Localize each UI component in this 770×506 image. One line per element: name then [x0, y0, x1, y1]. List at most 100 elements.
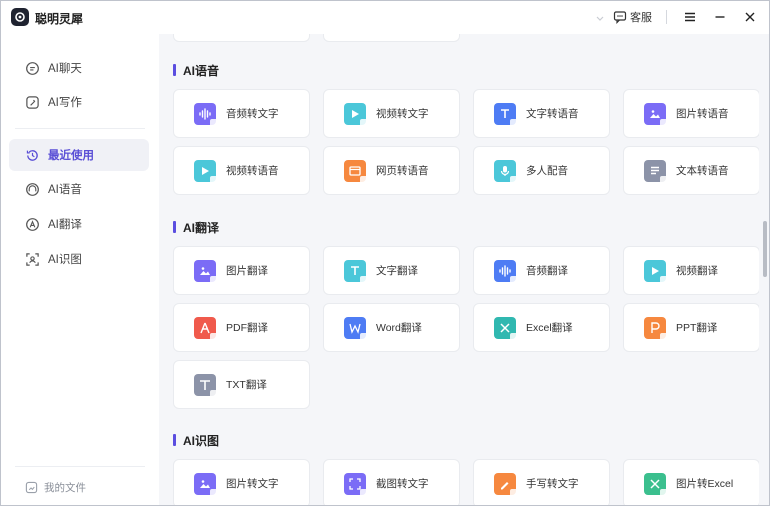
- customer-service-label: 客服: [630, 12, 652, 24]
- tool-card[interactable]: TXT翻译: [173, 360, 310, 409]
- app-title: 聪明灵犀: [35, 12, 84, 26]
- handwriting-icon: [494, 472, 518, 497]
- tool-card-label: 音频翻译: [526, 265, 568, 277]
- close-icon: [745, 12, 755, 22]
- minimize-button[interactable]: [707, 7, 733, 27]
- video-icon: [344, 102, 368, 127]
- scrollbar-thumb[interactable]: [763, 221, 767, 277]
- txt-icon: [194, 373, 218, 398]
- image-icon: [194, 472, 218, 497]
- tool-card[interactable]: 音频转文字: [173, 89, 310, 138]
- sidebar-item-ai-translate[interactable]: AI翻译: [9, 208, 149, 240]
- scrollbar[interactable]: [759, 34, 769, 505]
- tool-card-label: 图片转Excel: [676, 478, 734, 490]
- audio-wave-icon: [194, 102, 218, 127]
- tool-card-label: 图片转文字: [226, 478, 279, 490]
- tool-card[interactable]: Excel翻译: [473, 303, 610, 352]
- tool-card-label: 手写转文字: [526, 478, 579, 490]
- tool-card[interactable]: PDF翻译: [173, 303, 310, 352]
- section-title-voice: AI语音: [173, 62, 219, 78]
- folder-icon: [25, 481, 38, 493]
- document-icon: [644, 159, 668, 184]
- pdf-icon: [194, 316, 218, 341]
- dropdown-faded: [501, 13, 605, 23]
- screenshot-icon: [344, 472, 368, 497]
- tool-card[interactable]: 多人配音: [473, 146, 610, 195]
- tool-card[interactable]: 图片转文字: [173, 459, 310, 505]
- video-icon: [194, 159, 218, 184]
- tool-card-label: 多人配音: [526, 165, 568, 177]
- tool-card-label: 文字翻译: [376, 265, 418, 277]
- text-icon: [494, 102, 518, 127]
- sidebar-item-ai-chat[interactable]: AI聊天: [9, 52, 149, 84]
- text-icon: [344, 259, 368, 284]
- sidebar-item-label: AI语音: [48, 184, 82, 196]
- tool-card-label: PPT翻译: [676, 322, 718, 334]
- tool-card[interactable]: 网页转语音: [323, 146, 460, 195]
- tool-card-label: TXT翻译: [226, 379, 267, 391]
- chevron-down-icon: [596, 16, 604, 21]
- sidebar-item-recent[interactable]: 最近使用: [9, 139, 149, 171]
- image-icon: [194, 259, 218, 284]
- pen-icon: [26, 95, 39, 109]
- tool-card-label: 图片转语音: [676, 108, 729, 120]
- tool-card[interactable]: 截图转文字: [323, 459, 460, 505]
- scrolled-card: [173, 34, 310, 42]
- tool-card-label: 文字转语音: [526, 108, 579, 120]
- excel-icon: [494, 316, 518, 341]
- scan-icon: [26, 252, 39, 266]
- tool-card-label: 图片翻译: [226, 265, 268, 277]
- tool-card-label: PDF翻译: [226, 322, 268, 334]
- customer-service-button[interactable]: 客服: [609, 7, 656, 27]
- menu-button[interactable]: [677, 7, 703, 27]
- sidebar-item-label: AI写作: [48, 97, 82, 109]
- tool-card-label: 视频转语音: [226, 165, 279, 177]
- app-window: 聪明灵犀 客服 AI聊天 AI写作 最近使用 AI语音 AI翻译 AI识图 我的…: [0, 0, 770, 506]
- tool-card[interactable]: 视频转文字: [323, 89, 460, 138]
- translate-icon: [26, 217, 39, 231]
- title-actions: 客服: [609, 7, 763, 27]
- tool-card[interactable]: 手写转文字: [473, 459, 610, 505]
- sidebar-item-ai-image[interactable]: AI识图: [9, 243, 149, 275]
- tool-card[interactable]: 视频转语音: [173, 146, 310, 195]
- sidebar-item-ai-writing[interactable]: AI写作: [9, 86, 149, 118]
- tool-card[interactable]: 音频翻译: [473, 246, 610, 295]
- tool-card-label: Word翻译: [376, 322, 422, 334]
- tool-card-label: Excel翻译: [526, 322, 573, 334]
- service-chat-icon: [613, 11, 627, 24]
- tool-card[interactable]: 文本转语音: [623, 146, 759, 195]
- chat-icon: [26, 61, 39, 75]
- hamburger-menu-icon: [685, 12, 695, 22]
- word-icon: [344, 316, 368, 341]
- sidebar-footer-divider: [15, 466, 145, 467]
- recent-icon: [26, 149, 38, 161]
- tool-card[interactable]: 图片转Excel: [623, 459, 759, 505]
- sidebar: AI聊天 AI写作 最近使用 AI语音 AI翻译 AI识图 我的文件: [1, 34, 159, 505]
- tool-card[interactable]: 图片转语音: [623, 89, 759, 138]
- my-files-button[interactable]: 我的文件: [9, 475, 149, 499]
- section-title-image: AI识图: [173, 432, 219, 448]
- tool-card[interactable]: 文字转语音: [473, 89, 610, 138]
- scrolled-card: [323, 34, 460, 42]
- tool-card-label: 网页转语音: [376, 165, 429, 177]
- sidebar-item-label: AI翻译: [48, 219, 82, 231]
- section-accent-bar: [173, 221, 176, 233]
- title-bar: 聪明灵犀 客服: [1, 1, 769, 34]
- tool-card[interactable]: 图片翻译: [173, 246, 310, 295]
- audio-wave-icon: [494, 259, 518, 284]
- voice-icon: [26, 182, 39, 196]
- sidebar-item-ai-voice[interactable]: AI语音: [9, 173, 149, 205]
- title-divider: [666, 10, 667, 24]
- image-icon: [644, 102, 668, 127]
- video-icon: [644, 259, 668, 284]
- tool-card[interactable]: PPT翻译: [623, 303, 759, 352]
- web-icon: [344, 159, 368, 184]
- tool-card-label: 截图转文字: [376, 478, 429, 490]
- tool-card[interactable]: Word翻译: [323, 303, 460, 352]
- sidebar-item-label: AI识图: [48, 254, 82, 266]
- close-button[interactable]: [737, 7, 763, 27]
- tool-card[interactable]: 视频翻译: [623, 246, 759, 295]
- my-files-label: 我的文件: [44, 481, 86, 494]
- tool-card[interactable]: 文字翻译: [323, 246, 460, 295]
- section-accent-bar: [173, 64, 176, 76]
